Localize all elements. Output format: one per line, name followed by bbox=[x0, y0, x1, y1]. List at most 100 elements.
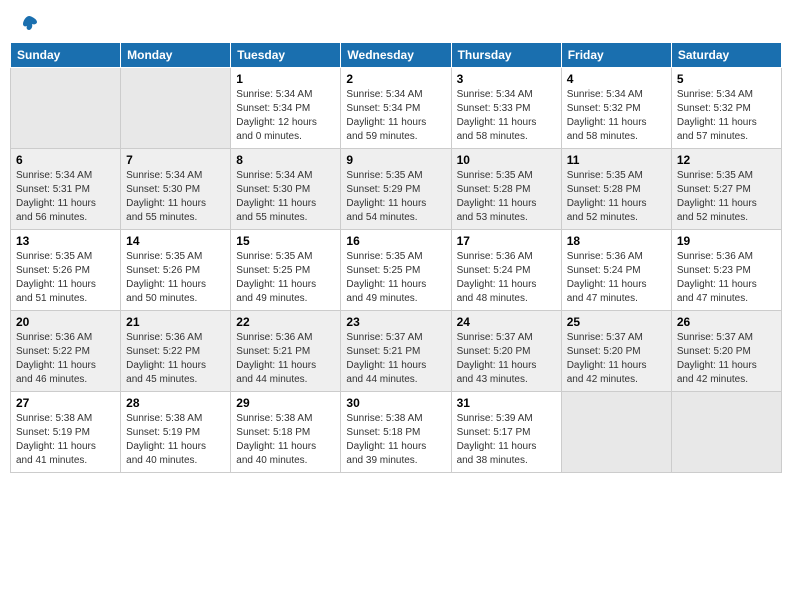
calendar-cell: 30 Sunrise: 5:38 AMSunset: 5:18 PMDayligh… bbox=[341, 392, 451, 473]
day-number: 10 bbox=[457, 153, 556, 167]
day-number: 2 bbox=[346, 72, 445, 86]
day-info: Sunrise: 5:36 AMSunset: 5:22 PMDaylight:… bbox=[126, 331, 225, 387]
day-number: 18 bbox=[567, 234, 666, 248]
calendar-cell: 24Sunrise: 5:37 AMSunset: 5:20 PMDayligh… bbox=[451, 311, 561, 392]
day-info: Sunrise: 5:34 AMSunset: 5:34 PMDaylight:… bbox=[236, 88, 335, 144]
day-number: 27 bbox=[16, 396, 115, 410]
day-number: 12 bbox=[677, 153, 776, 167]
calendar-cell: 31 Sunrise: 5:39 AMSunset: 5:17 PMDayligh… bbox=[451, 392, 561, 473]
day-number: 16 bbox=[346, 234, 445, 248]
logo-bird-icon bbox=[19, 14, 39, 34]
calendar-cell: 2 Sunrise: 5:34 AMSunset: 5:34 PMDaylight… bbox=[341, 68, 451, 149]
calendar-cell: 1 Sunrise: 5:34 AMSunset: 5:34 PMDaylight… bbox=[231, 68, 341, 149]
calendar-cell: 25Sunrise: 5:37 AMSunset: 5:20 PMDayligh… bbox=[561, 311, 671, 392]
day-info: Sunrise: 5:37 AMSunset: 5:21 PMDaylight:… bbox=[346, 331, 445, 387]
calendar-cell: 3 Sunrise: 5:34 AMSunset: 5:33 PMDaylight… bbox=[451, 68, 561, 149]
day-number: 28 bbox=[126, 396, 225, 410]
calendar-table: SundayMondayTuesdayWednesdayThursdayFrid… bbox=[10, 42, 782, 473]
calendar-cell: 23 Sunrise: 5:37 AMSunset: 5:21 PMDayligh… bbox=[341, 311, 451, 392]
day-number: 29 bbox=[236, 396, 335, 410]
calendar-cell: 20 Sunrise: 5:36 AMSunset: 5:22 PMDayligh… bbox=[11, 311, 121, 392]
logo bbox=[18, 14, 40, 30]
day-number: 20 bbox=[16, 315, 115, 329]
day-number: 6 bbox=[16, 153, 115, 167]
day-info: Sunrise: 5:35 AMSunset: 5:28 PMDaylight:… bbox=[567, 169, 666, 225]
day-info: Sunrise: 5:38 AMSunset: 5:18 PMDaylight:… bbox=[236, 412, 335, 468]
calendar-cell: 13 Sunrise: 5:35 AMSunset: 5:26 PMDayligh… bbox=[11, 230, 121, 311]
calendar-cell: 14Sunrise: 5:35 AMSunset: 5:26 PMDayligh… bbox=[121, 230, 231, 311]
day-info: Sunrise: 5:38 AMSunset: 5:18 PMDaylight:… bbox=[346, 412, 445, 468]
day-info: Sunrise: 5:36 AMSunset: 5:24 PMDaylight:… bbox=[457, 250, 556, 306]
day-number: 3 bbox=[457, 72, 556, 86]
calendar-cell: 6 Sunrise: 5:34 AMSunset: 5:31 PMDaylight… bbox=[11, 149, 121, 230]
day-header-friday: Friday bbox=[561, 43, 671, 68]
day-number: 19 bbox=[677, 234, 776, 248]
day-info: Sunrise: 5:34 AMSunset: 5:33 PMDaylight:… bbox=[457, 88, 556, 144]
day-info: Sunrise: 5:34 AMSunset: 5:30 PMDaylight:… bbox=[126, 169, 225, 225]
calendar-cell: 16Sunrise: 5:35 AMSunset: 5:25 PMDayligh… bbox=[341, 230, 451, 311]
day-number: 25 bbox=[567, 315, 666, 329]
calendar-week-1: 1 Sunrise: 5:34 AMSunset: 5:34 PMDaylight… bbox=[11, 68, 782, 149]
day-info: Sunrise: 5:35 AMSunset: 5:25 PMDaylight:… bbox=[236, 250, 335, 306]
day-number: 24 bbox=[457, 315, 556, 329]
day-info: Sunrise: 5:35 AMSunset: 5:26 PMDaylight:… bbox=[16, 250, 115, 306]
day-info: Sunrise: 5:34 AMSunset: 5:32 PMDaylight:… bbox=[567, 88, 666, 144]
day-header-thursday: Thursday bbox=[451, 43, 561, 68]
day-number: 23 bbox=[346, 315, 445, 329]
page-header bbox=[10, 10, 782, 34]
day-info: Sunrise: 5:35 AMSunset: 5:26 PMDaylight:… bbox=[126, 250, 225, 306]
day-number: 30 bbox=[346, 396, 445, 410]
calendar-cell: 18 Sunrise: 5:36 AMSunset: 5:24 PMDayligh… bbox=[561, 230, 671, 311]
day-info: Sunrise: 5:34 AMSunset: 5:32 PMDaylight:… bbox=[677, 88, 776, 144]
day-info: Sunrise: 5:34 AMSunset: 5:30 PMDaylight:… bbox=[236, 169, 335, 225]
day-info: Sunrise: 5:35 AMSunset: 5:29 PMDaylight:… bbox=[346, 169, 445, 225]
calendar-cell bbox=[561, 392, 671, 473]
calendar-cell: 12Sunrise: 5:35 AMSunset: 5:27 PMDayligh… bbox=[671, 149, 781, 230]
day-info: Sunrise: 5:34 AMSunset: 5:31 PMDaylight:… bbox=[16, 169, 115, 225]
calendar-cell bbox=[11, 68, 121, 149]
calendar-week-3: 13 Sunrise: 5:35 AMSunset: 5:26 PMDayligh… bbox=[11, 230, 782, 311]
day-number: 22 bbox=[236, 315, 335, 329]
day-info: Sunrise: 5:36 AMSunset: 5:23 PMDaylight:… bbox=[677, 250, 776, 306]
day-info: Sunrise: 5:38 AMSunset: 5:19 PMDaylight:… bbox=[16, 412, 115, 468]
day-number: 7 bbox=[126, 153, 225, 167]
calendar-cell: 8Sunrise: 5:34 AMSunset: 5:30 PMDaylight… bbox=[231, 149, 341, 230]
calendar-week-4: 20 Sunrise: 5:36 AMSunset: 5:22 PMDayligh… bbox=[11, 311, 782, 392]
calendar-cell bbox=[121, 68, 231, 149]
calendar-cell: 15 Sunrise: 5:35 AMSunset: 5:25 PMDayligh… bbox=[231, 230, 341, 311]
calendar-cell: 28 Sunrise: 5:38 AMSunset: 5:19 PMDayligh… bbox=[121, 392, 231, 473]
day-header-tuesday: Tuesday bbox=[231, 43, 341, 68]
calendar-cell: 4Sunrise: 5:34 AMSunset: 5:32 PMDaylight… bbox=[561, 68, 671, 149]
calendar-cell: 26Sunrise: 5:37 AMSunset: 5:20 PMDayligh… bbox=[671, 311, 781, 392]
calendar-cell: 5 Sunrise: 5:34 AMSunset: 5:32 PMDaylight… bbox=[671, 68, 781, 149]
day-number: 5 bbox=[677, 72, 776, 86]
calendar-cell: 7 Sunrise: 5:34 AMSunset: 5:30 PMDaylight… bbox=[121, 149, 231, 230]
calendar-header-row: SundayMondayTuesdayWednesdayThursdayFrid… bbox=[11, 43, 782, 68]
calendar-cell: 19 Sunrise: 5:36 AMSunset: 5:23 PMDayligh… bbox=[671, 230, 781, 311]
day-info: Sunrise: 5:39 AMSunset: 5:17 PMDaylight:… bbox=[457, 412, 556, 468]
calendar-cell: 21 Sunrise: 5:36 AMSunset: 5:22 PMDayligh… bbox=[121, 311, 231, 392]
day-number: 13 bbox=[16, 234, 115, 248]
day-number: 11 bbox=[567, 153, 666, 167]
day-info: Sunrise: 5:36 AMSunset: 5:24 PMDaylight:… bbox=[567, 250, 666, 306]
day-info: Sunrise: 5:36 AMSunset: 5:22 PMDaylight:… bbox=[16, 331, 115, 387]
day-number: 9 bbox=[346, 153, 445, 167]
day-header-sunday: Sunday bbox=[11, 43, 121, 68]
day-number: 21 bbox=[126, 315, 225, 329]
calendar-cell bbox=[671, 392, 781, 473]
calendar-week-2: 6 Sunrise: 5:34 AMSunset: 5:31 PMDaylight… bbox=[11, 149, 782, 230]
day-number: 1 bbox=[236, 72, 335, 86]
day-info: Sunrise: 5:38 AMSunset: 5:19 PMDaylight:… bbox=[126, 412, 225, 468]
calendar-cell: 11 Sunrise: 5:35 AMSunset: 5:28 PMDayligh… bbox=[561, 149, 671, 230]
calendar-cell: 22 Sunrise: 5:36 AMSunset: 5:21 PMDayligh… bbox=[231, 311, 341, 392]
day-number: 15 bbox=[236, 234, 335, 248]
calendar-cell: 17Sunrise: 5:36 AMSunset: 5:24 PMDayligh… bbox=[451, 230, 561, 311]
calendar-cell: 9 Sunrise: 5:35 AMSunset: 5:29 PMDaylight… bbox=[341, 149, 451, 230]
day-info: Sunrise: 5:36 AMSunset: 5:21 PMDaylight:… bbox=[236, 331, 335, 387]
calendar-cell: 27 Sunrise: 5:38 AMSunset: 5:19 PMDayligh… bbox=[11, 392, 121, 473]
day-header-saturday: Saturday bbox=[671, 43, 781, 68]
day-header-monday: Monday bbox=[121, 43, 231, 68]
day-info: Sunrise: 5:35 AMSunset: 5:28 PMDaylight:… bbox=[457, 169, 556, 225]
day-info: Sunrise: 5:34 AMSunset: 5:34 PMDaylight:… bbox=[346, 88, 445, 144]
day-number: 31 bbox=[457, 396, 556, 410]
